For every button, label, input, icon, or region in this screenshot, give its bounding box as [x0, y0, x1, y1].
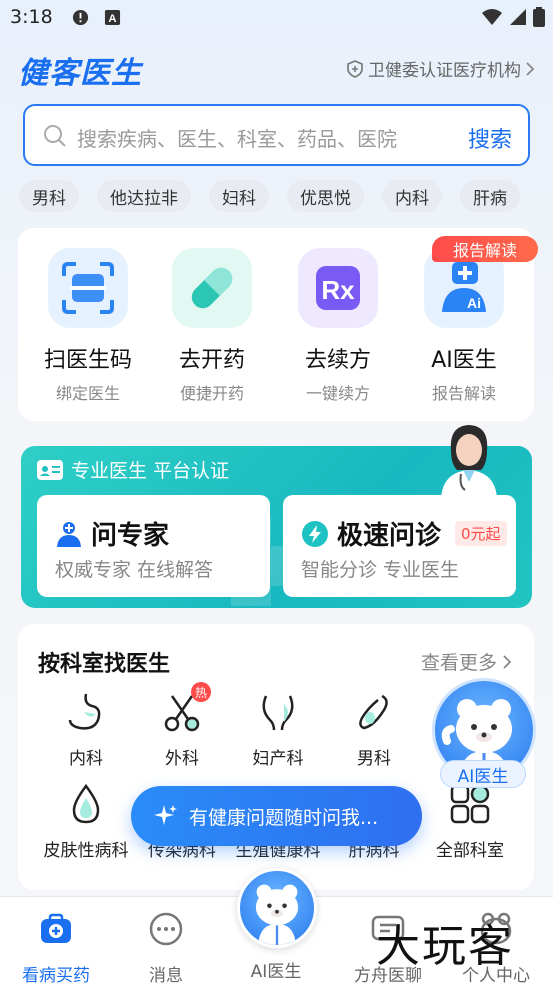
- promo-header-text: 专业医生 平台认证: [71, 460, 230, 482]
- chevron-right-icon: [526, 61, 535, 76]
- doctor-portrait-image: [441, 425, 497, 498]
- nav-label: 消息: [149, 966, 183, 984]
- view-more-text: 查看更多: [420, 652, 497, 674]
- service-title: 去续方: [304, 348, 371, 373]
- status-time: 3:18: [10, 6, 53, 28]
- fast-consult-card[interactable]: 极速问诊 0元起 智能分诊 专业医生: [283, 495, 516, 597]
- ask-expert-subtitle: 权威专家 在线解答: [55, 559, 214, 581]
- watermark: 大玩客: [376, 921, 514, 972]
- fast-consult-title: 极速问诊: [337, 521, 442, 551]
- battery-icon: [533, 7, 545, 27]
- service-title: AI医生: [431, 348, 497, 373]
- id-card-icon: [37, 459, 63, 480]
- hot-badge: 热: [191, 682, 211, 702]
- service-refill[interactable]: Rx 去续方 一键续方: [278, 248, 398, 404]
- dept-label: 皮肤性病科: [43, 841, 129, 861]
- price-tag: 0元起: [455, 521, 507, 546]
- nav-label: 看病买药: [22, 966, 90, 984]
- quick-tag[interactable]: 他达拉非: [97, 180, 191, 212]
- app-notification-icon: A: [104, 9, 121, 25]
- ask-expert-title-row: 问专家: [55, 515, 169, 552]
- certification-text: 卫健委认证医疗机构: [368, 61, 521, 81]
- nav-messages[interactable]: 消息: [116, 911, 216, 984]
- chat-pill-text: 有健康问题随时问我...: [189, 806, 379, 829]
- dept-all[interactable]: 全部科室: [415, 782, 525, 861]
- lightning-icon: [302, 520, 328, 547]
- service-prescribe[interactable]: 去开药 便捷开药: [152, 248, 272, 404]
- search-bar[interactable]: 搜索疾病、医生、科室、药品、医院 搜索: [23, 104, 530, 166]
- ask-expert-card[interactable]: 问专家 权威专家 在线解答: [37, 495, 270, 597]
- dept-label: 妇产科: [252, 749, 304, 769]
- nav-label: AI医生: [250, 962, 302, 982]
- svg-text:A: A: [108, 13, 116, 25]
- male-icon: [359, 694, 388, 730]
- ai-float-label: AI医生: [440, 760, 526, 788]
- uterus-icon: [262, 695, 294, 731]
- shield-icon: [347, 59, 363, 78]
- signal-icon: [510, 9, 526, 25]
- stomach-icon: [68, 693, 101, 730]
- nav-home[interactable]: 看病买药: [6, 911, 106, 984]
- ask-health-question-button[interactable]: 有健康问题随时问我...: [131, 786, 422, 846]
- sparkle-icon: [154, 805, 177, 825]
- dept-label: 全部科室: [436, 841, 504, 861]
- service-title: 扫医生码: [43, 348, 132, 373]
- service-subtitle: 报告解读: [431, 384, 496, 403]
- search-icon: [44, 125, 66, 147]
- skin-drop-icon: [72, 783, 100, 824]
- ask-expert-title: 问专家: [91, 521, 170, 551]
- certification-link[interactable]: 卫健委认证医疗机构: [347, 56, 535, 81]
- medkit-icon: [41, 913, 71, 943]
- view-more-link[interactable]: 查看更多: [421, 648, 512, 675]
- svg-text:Ai: Ai: [467, 295, 481, 311]
- service-title: 去开药: [178, 348, 245, 373]
- departments-title: 按科室找医生: [38, 652, 171, 677]
- ai-bear-icon[interactable]: [237, 868, 317, 948]
- pill-icon: [172, 248, 252, 328]
- quick-tag[interactable]: 男科: [19, 180, 79, 212]
- service-subtitle: 一键续方: [305, 384, 370, 403]
- quick-tag[interactable]: 优思悦: [287, 180, 364, 212]
- alert-icon: [72, 9, 89, 26]
- chevron-right-icon: [503, 655, 512, 669]
- scan-icon: [48, 248, 128, 328]
- doctor-avatar-icon: [57, 521, 81, 547]
- status-bar: 3:18 A: [0, 0, 553, 36]
- fast-consult-subtitle: 智能分诊 专业医生: [301, 559, 460, 581]
- svg-text:Rx: Rx: [321, 275, 355, 305]
- quick-tag[interactable]: 内科: [382, 180, 442, 212]
- dept-dermatology[interactable]: 皮肤性病科: [31, 782, 141, 861]
- quick-tags: 男科 他达拉非 妇科 优思悦 内科 肝病: [19, 180, 520, 212]
- dept-internal-medicine[interactable]: 内科: [31, 690, 141, 769]
- search-input[interactable]: 搜索疾病、医生、科室、药品、医院: [77, 123, 397, 152]
- search-button[interactable]: 搜索: [468, 122, 512, 154]
- dept-label: 内科: [69, 749, 103, 769]
- promo-header: 专业医生 平台认证: [37, 456, 229, 483]
- service-scan[interactable]: 扫医生码 绑定医生: [28, 248, 148, 404]
- wifi-icon: [482, 9, 502, 25]
- rx-icon: Rx: [298, 248, 378, 328]
- dept-obstetrics-gynecology[interactable]: 妇产科: [223, 690, 333, 769]
- quick-tag[interactable]: 肝病: [460, 180, 520, 212]
- message-icon: [149, 912, 183, 946]
- service-panel: 扫医生码 绑定医生 去开药 便捷开药 Rx 去续方 一键续方 Ai AI医生 报…: [18, 228, 538, 421]
- service-subtitle: 便捷开药: [179, 384, 244, 403]
- dept-surgery[interactable]: 外科 热: [127, 682, 237, 769]
- dept-andrology[interactable]: 男科: [319, 690, 429, 769]
- ai-doctor-float-button[interactable]: AI医生: [430, 678, 536, 790]
- app-logo: 健客医生: [18, 56, 142, 91]
- service-subtitle: 绑定医生: [55, 384, 120, 403]
- dept-label: 外科: [165, 749, 199, 769]
- dept-label: 男科: [357, 749, 391, 769]
- report-interpret-tag: 报告解读: [432, 236, 538, 262]
- service-ai-doctor[interactable]: Ai AI医生 报告解读: [404, 248, 524, 404]
- fast-consult-title-row: 极速问诊 0元起: [301, 515, 507, 552]
- quick-tag[interactable]: 妇科: [209, 180, 269, 212]
